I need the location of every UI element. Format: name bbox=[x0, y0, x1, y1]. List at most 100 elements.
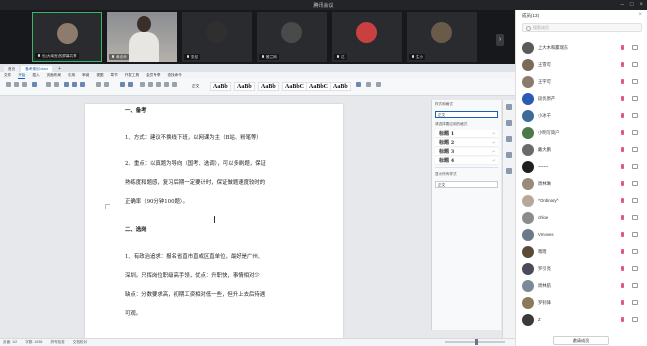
styles-tool-icon[interactable] bbox=[506, 104, 512, 110]
new-style-icon[interactable] bbox=[356, 82, 361, 87]
member-row[interactable]: ~~~~ bbox=[516, 159, 647, 176]
document-page[interactable]: 一、备考 1、方式：建议不换线下班，以网课为主（B站、粉笔等） 2、重点：以真题为导… bbox=[85, 104, 343, 346]
microphone-muted-icon[interactable] bbox=[621, 215, 624, 220]
close-icon[interactable]: × bbox=[638, 12, 642, 18]
help-tool-icon[interactable] bbox=[506, 168, 512, 174]
font-color-icon[interactable] bbox=[96, 82, 101, 87]
close-icon[interactable]: × bbox=[639, 1, 643, 9]
properties-tool-icon[interactable] bbox=[506, 152, 512, 158]
heading-style-item[interactable]: 标题 2 ↵ bbox=[435, 139, 498, 147]
microphone-muted-icon[interactable] bbox=[621, 45, 624, 50]
minimize-icon[interactable]: – bbox=[621, 1, 624, 9]
camera-icon[interactable] bbox=[632, 232, 638, 237]
participant-tile[interactable]: 生小 bbox=[407, 12, 477, 62]
paste-icon[interactable] bbox=[6, 82, 11, 87]
microphone-muted-icon[interactable] bbox=[621, 249, 624, 254]
align-right-icon[interactable] bbox=[156, 82, 161, 87]
maximize-icon[interactable]: □ bbox=[630, 1, 634, 9]
current-style-select[interactable]: 正文 bbox=[435, 111, 498, 118]
camera-icon[interactable] bbox=[632, 181, 638, 186]
camera-icon[interactable] bbox=[632, 147, 638, 152]
style-filter-select[interactable]: 正文 bbox=[435, 181, 498, 188]
style-preset[interactable]: AaBbC bbox=[306, 82, 332, 91]
menu-item[interactable]: 开发工具 bbox=[125, 73, 139, 78]
chevron-right-icon[interactable]: › bbox=[496, 34, 504, 46]
bold-icon[interactable] bbox=[64, 82, 69, 87]
align-center-icon[interactable] bbox=[148, 82, 153, 87]
participant-tile[interactable]: 也(大南宫)的屏幕共享 bbox=[32, 12, 102, 62]
justify-icon[interactable] bbox=[164, 82, 169, 87]
shape-tool-icon[interactable] bbox=[506, 136, 512, 142]
menu-item[interactable]: 视图 bbox=[96, 73, 103, 78]
member-row[interactable]: 罗引亮 bbox=[516, 261, 647, 278]
member-row[interactable]: Vmoves bbox=[516, 227, 647, 244]
style-preset[interactable]: AaBb bbox=[234, 82, 255, 91]
camera-icon[interactable] bbox=[632, 62, 638, 67]
microphone-muted-icon[interactable] bbox=[621, 113, 624, 118]
camera-icon[interactable] bbox=[632, 164, 638, 169]
menu-item[interactable]: 页面布局 bbox=[47, 73, 61, 78]
bullet-list-icon[interactable] bbox=[120, 82, 125, 87]
heading-style-item[interactable]: 标题 3 ↵ bbox=[435, 148, 498, 156]
select-icon[interactable] bbox=[376, 82, 381, 87]
microphone-muted-icon[interactable] bbox=[621, 266, 624, 271]
style-preset[interactable]: AaBbC bbox=[282, 82, 308, 91]
microphone-muted-icon[interactable] bbox=[621, 317, 624, 322]
microphone-muted-icon[interactable] bbox=[621, 198, 624, 203]
menu-item[interactable]: 插入 bbox=[32, 73, 39, 78]
camera-icon[interactable] bbox=[632, 266, 638, 271]
microphone-muted-icon[interactable] bbox=[621, 147, 624, 152]
heading-style-item[interactable]: 标题 1 ↵ bbox=[435, 130, 498, 138]
member-row[interactable]: ^Ordinary^ bbox=[516, 193, 647, 210]
style-preset[interactable]: AaBb bbox=[210, 82, 231, 91]
format-painter-icon[interactable] bbox=[32, 82, 37, 87]
cut-icon[interactable] bbox=[14, 82, 19, 87]
participant-tile[interactable]: 张尼 bbox=[182, 12, 252, 62]
participant-tile[interactable]: 殷兰网 bbox=[257, 12, 327, 62]
zoom-slider[interactable] bbox=[445, 339, 505, 345]
microphone-muted-icon[interactable] bbox=[621, 96, 624, 101]
camera-icon[interactable] bbox=[632, 317, 638, 322]
number-list-icon[interactable] bbox=[128, 82, 133, 87]
camera-icon[interactable] bbox=[632, 249, 638, 254]
highlight-icon[interactable] bbox=[104, 82, 109, 87]
participant-tile[interactable]: 达 bbox=[332, 12, 402, 62]
copy-icon[interactable] bbox=[22, 82, 27, 87]
menu-item[interactable]: 查找命令 bbox=[167, 73, 181, 78]
status-item[interactable]: 文档校对 bbox=[73, 340, 87, 345]
microphone-muted-icon[interactable] bbox=[621, 79, 624, 84]
camera-icon[interactable] bbox=[632, 79, 638, 84]
camera-icon[interactable] bbox=[632, 130, 638, 135]
microphone-muted-icon[interactable] bbox=[621, 181, 624, 186]
member-row[interactable]: 嗯嗯 bbox=[516, 244, 647, 261]
member-row[interactable]: 罗钊锋 bbox=[516, 295, 647, 312]
select-tool-icon[interactable] bbox=[506, 120, 512, 126]
camera-icon[interactable] bbox=[632, 198, 638, 203]
camera-icon[interactable] bbox=[632, 45, 638, 50]
menu-item[interactable]: 会员专享 bbox=[146, 73, 160, 78]
camera-icon[interactable] bbox=[632, 215, 638, 220]
member-row[interactable]: 王宇可 bbox=[516, 74, 647, 91]
camera-icon[interactable] bbox=[632, 300, 638, 305]
camera-icon[interactable] bbox=[632, 96, 638, 101]
menu-item[interactable]: 引用 bbox=[68, 73, 75, 78]
microphone-muted-icon[interactable] bbox=[621, 62, 624, 67]
menu-item[interactable]: 开始 bbox=[18, 73, 26, 79]
align-left-icon[interactable] bbox=[140, 82, 145, 87]
member-row[interactable]: Z bbox=[516, 312, 647, 329]
camera-icon[interactable] bbox=[632, 113, 638, 118]
member-row[interactable]: 段优原产 bbox=[516, 91, 647, 108]
style-preset[interactable]: AaBb bbox=[330, 82, 351, 91]
line-spacing-icon[interactable] bbox=[172, 82, 177, 87]
invite-button[interactable]: 邀请成员 bbox=[553, 336, 609, 345]
microphone-muted-icon[interactable] bbox=[621, 283, 624, 288]
microphone-muted-icon[interactable] bbox=[621, 300, 624, 305]
microphone-muted-icon[interactable] bbox=[621, 130, 624, 135]
member-row[interactable]: 王雪可 bbox=[516, 57, 647, 74]
menu-item[interactable]: 审阅 bbox=[82, 73, 89, 78]
member-row[interactable]: 小冰千 bbox=[516, 108, 647, 125]
font-family-select[interactable] bbox=[46, 82, 51, 87]
status-item[interactable]: 拼写检查 bbox=[50, 340, 64, 345]
heading-style-item[interactable]: 标题 4 ↵ bbox=[435, 157, 498, 165]
show-styles-label[interactable]: 显示所有样式 bbox=[432, 170, 501, 179]
